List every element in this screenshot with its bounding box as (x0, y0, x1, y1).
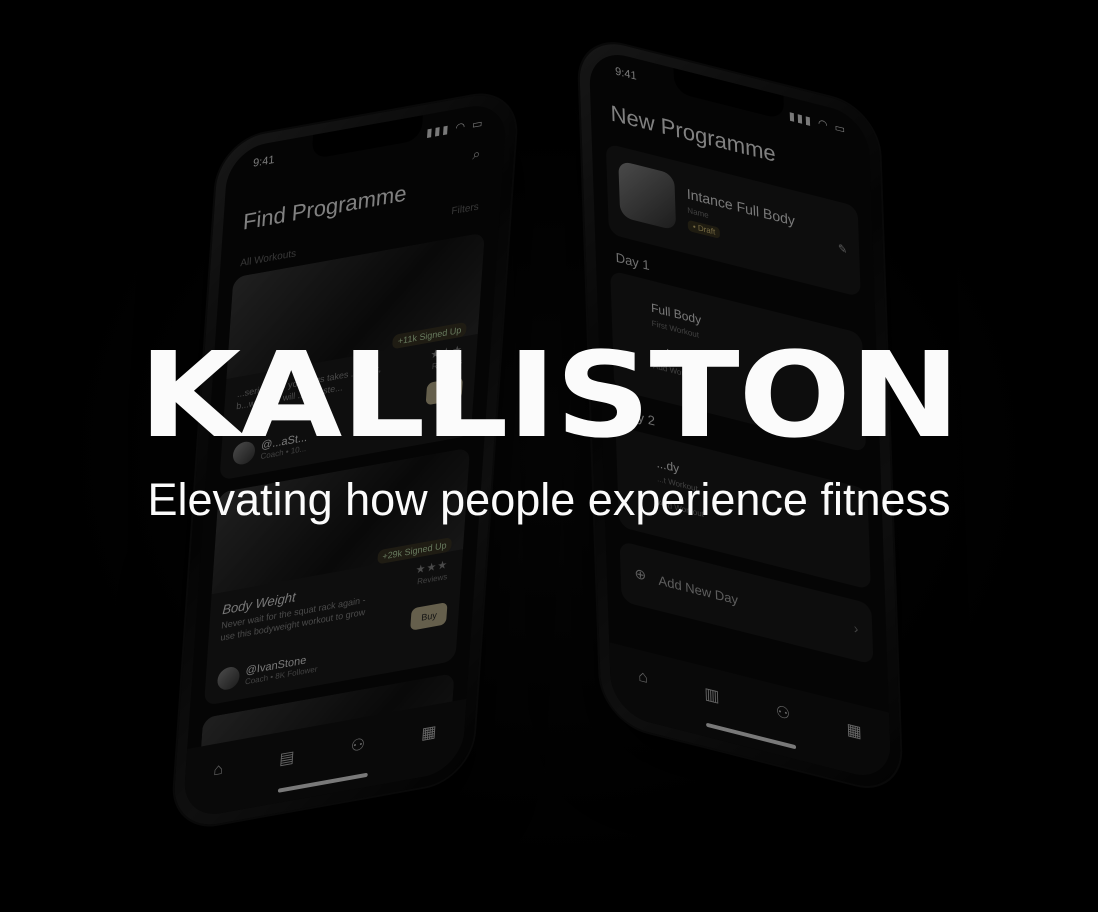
brand-tagline: Elevating how people experience fitness (147, 474, 951, 525)
brand-title: KALLISTON (138, 326, 961, 464)
promo-stage: 9:41 ▮▮▮ ◠ ▭ ⌕ Find Programme Filters Al… (0, 0, 1098, 912)
